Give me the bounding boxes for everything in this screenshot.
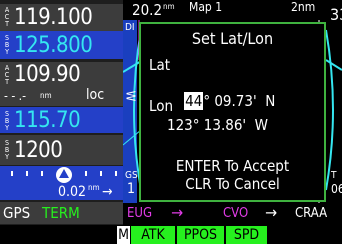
map-range-left: 20.2 — [132, 1, 163, 19]
groundspeed-unit: nm — [88, 183, 100, 192]
flightplan-line: EUG → CVO → CRAA — [123, 203, 342, 225]
lat-value-rest: ° 09.73' N — [203, 92, 276, 110]
nav-standby-frequency: 115.70 — [14, 108, 81, 133]
dialog-title: Set Lat/Lon — [191, 29, 274, 48]
map-label-t: T — [331, 170, 337, 181]
nav-active-tag: ACT — [4, 64, 10, 86]
lon-value[interactable]: 123° 13.86' W — [167, 117, 268, 133]
map-label-gs: GS — [125, 170, 138, 181]
nav-standby-row[interactable]: SBY 115.70 — [0, 107, 123, 133]
nav-info-row: - - .- nm loc — [0, 87, 123, 106]
map-heading: 334° — [330, 5, 342, 24]
transponder-row[interactable]: SBY 1200 — [0, 135, 123, 165]
map-title: Map 1 — [189, 0, 223, 14]
softkey-spd[interactable]: SPD — [226, 226, 267, 244]
nav-standby-tag: SBY — [4, 110, 10, 132]
nav-distance-dashes: - - .- — [4, 89, 26, 103]
map-range-left-unit: nm — [163, 2, 175, 11]
com-active-row[interactable]: ACT 119.100 — [0, 4, 123, 31]
radio-stack: ACT 119.100 SBY 125.800 ACT 109.90 - - .… — [0, 0, 123, 225]
enter-instruction: ENTER To Accept — [175, 157, 290, 175]
transponder-tag: SBY — [4, 139, 10, 161]
com-standby-row[interactable]: SBY 125.800 — [0, 31, 123, 59]
next-waypoint: CRAA — [295, 206, 328, 221]
nav-distance-unit: nm — [40, 91, 52, 100]
lat-label: Lat — [149, 56, 171, 74]
from-waypoint: EUG — [127, 206, 153, 221]
to-arrow-icon: → — [102, 184, 113, 200]
com-standby-frequency: 125.800 — [14, 33, 93, 58]
nav-active-frequency: 109.90 — [14, 62, 81, 87]
white-arrow-icon: → — [265, 203, 278, 222]
mode-row: GPS TERM — [0, 202, 123, 224]
lat-degrees-cursor[interactable]: 44 — [184, 92, 204, 110]
nav-active-row[interactable]: ACT 109.90 — [0, 62, 123, 87]
compass-label-w: W — [123, 90, 138, 102]
waypoint-label-di: DI — [125, 22, 135, 33]
set-lat-lon-dialog: Set Lat/Lon Lat 44° 09.73' N Lon 123° 13… — [139, 22, 326, 202]
map-label-1: 1 — [127, 181, 136, 197]
softkey-atk[interactable]: ATK — [131, 226, 175, 244]
lon-label: Lon — [149, 97, 174, 115]
com-active-tag: ACT — [4, 6, 10, 28]
gps-label: GPS — [3, 204, 31, 222]
term-label: TERM — [42, 204, 80, 222]
magenta-arrow-icon: → — [171, 203, 184, 222]
cdi-row: 0.02 nm → — [0, 166, 123, 200]
transponder-code: 1200 — [14, 138, 63, 163]
map-top-bar: 20.2 nm Map 1 2nm 334° — [123, 0, 342, 24]
aircraft-to-icon — [56, 167, 72, 183]
com-standby-tag: SBY — [4, 34, 10, 56]
com-active-frequency: 119.100 — [14, 5, 93, 30]
to-waypoint: CVO — [223, 206, 249, 221]
map-range-right: 2nm — [291, 0, 316, 14]
softkey-ppos[interactable]: PPOS — [177, 226, 224, 244]
nav-loc-label: loc — [86, 87, 105, 103]
clr-instruction: CLR To Cancel — [185, 175, 280, 193]
softkey-m[interactable]: M — [117, 226, 130, 244]
groundspeed-value: 0.02 — [58, 184, 87, 200]
map-label-06: 06 — [331, 182, 342, 196]
softkey-bar: M ATK PPOS SPD — [0, 225, 342, 244]
